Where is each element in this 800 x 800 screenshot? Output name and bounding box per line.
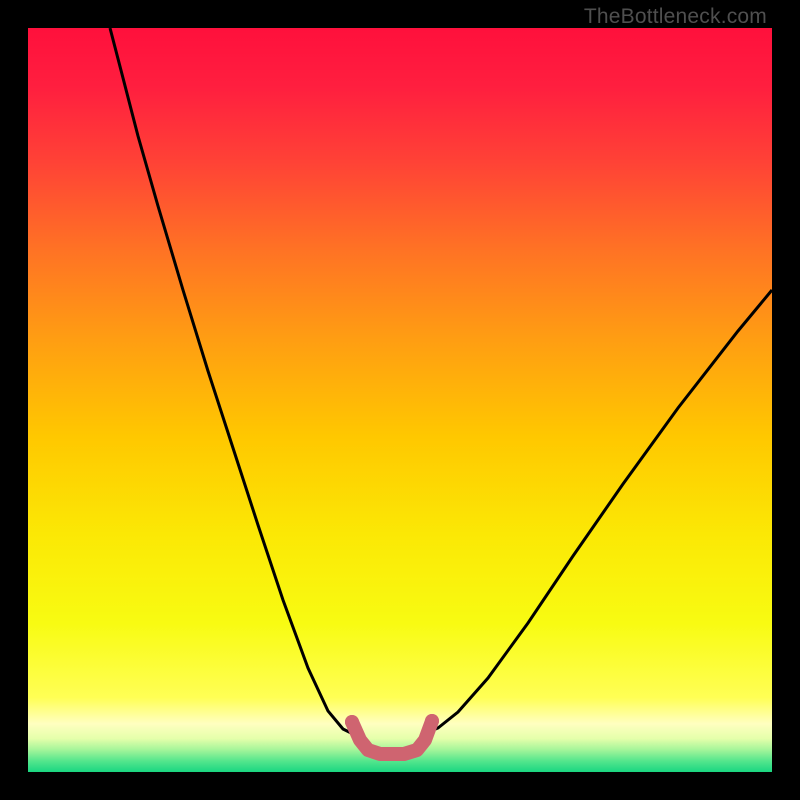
right-black-curve: [426, 290, 772, 733]
watermark-text: TheBottleneck.com: [584, 5, 767, 29]
pink-bottom-segment: [352, 721, 432, 754]
left-black-curve: [110, 28, 363, 734]
chart-frame: TheBottleneck.com: [0, 0, 800, 800]
pink-dot-right: [425, 714, 439, 728]
plot-area: [28, 28, 772, 772]
pink-dot-left: [345, 715, 359, 729]
chart-curves: [28, 28, 772, 772]
